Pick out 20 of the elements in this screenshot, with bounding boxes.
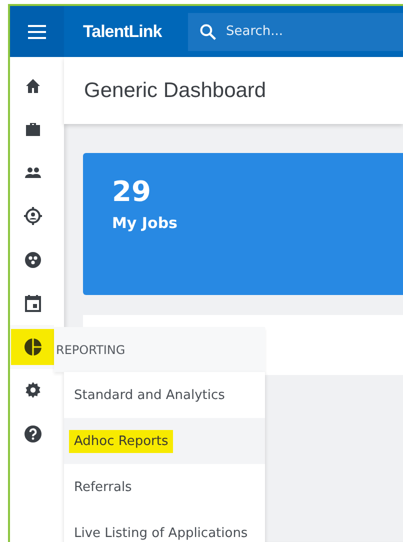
menu-item[interactable]: Live Listing of Applications [69, 522, 253, 542]
person-target-icon [22, 206, 42, 226]
jobs-tile[interactable]: 29 My Jobs [83, 153, 403, 295]
menu-item[interactable]: Standard and Analytics [69, 384, 230, 406]
tile-label: My Jobs [112, 214, 178, 232]
logo[interactable]: TalentLink [83, 22, 188, 42]
help-icon [22, 424, 42, 444]
page-title: Generic Dashboard [84, 78, 266, 102]
menu-item[interactable]: Referrals [69, 476, 137, 498]
pie-chart-icon [22, 336, 42, 357]
search-icon [199, 22, 217, 40]
sidebar-item[interactable] [10, 325, 54, 368]
menu-item[interactable]: Adhoc Reports [69, 430, 174, 452]
search-bar[interactable]: Search... [188, 12, 403, 50]
calendar-icon [22, 293, 42, 314]
menu-icon[interactable] [10, 6, 64, 57]
flyout-title: REPORTING [54, 327, 265, 372]
tile-count: 29 [112, 175, 152, 209]
circles-icon [22, 250, 42, 270]
search-field[interactable]: Search... [226, 16, 403, 46]
